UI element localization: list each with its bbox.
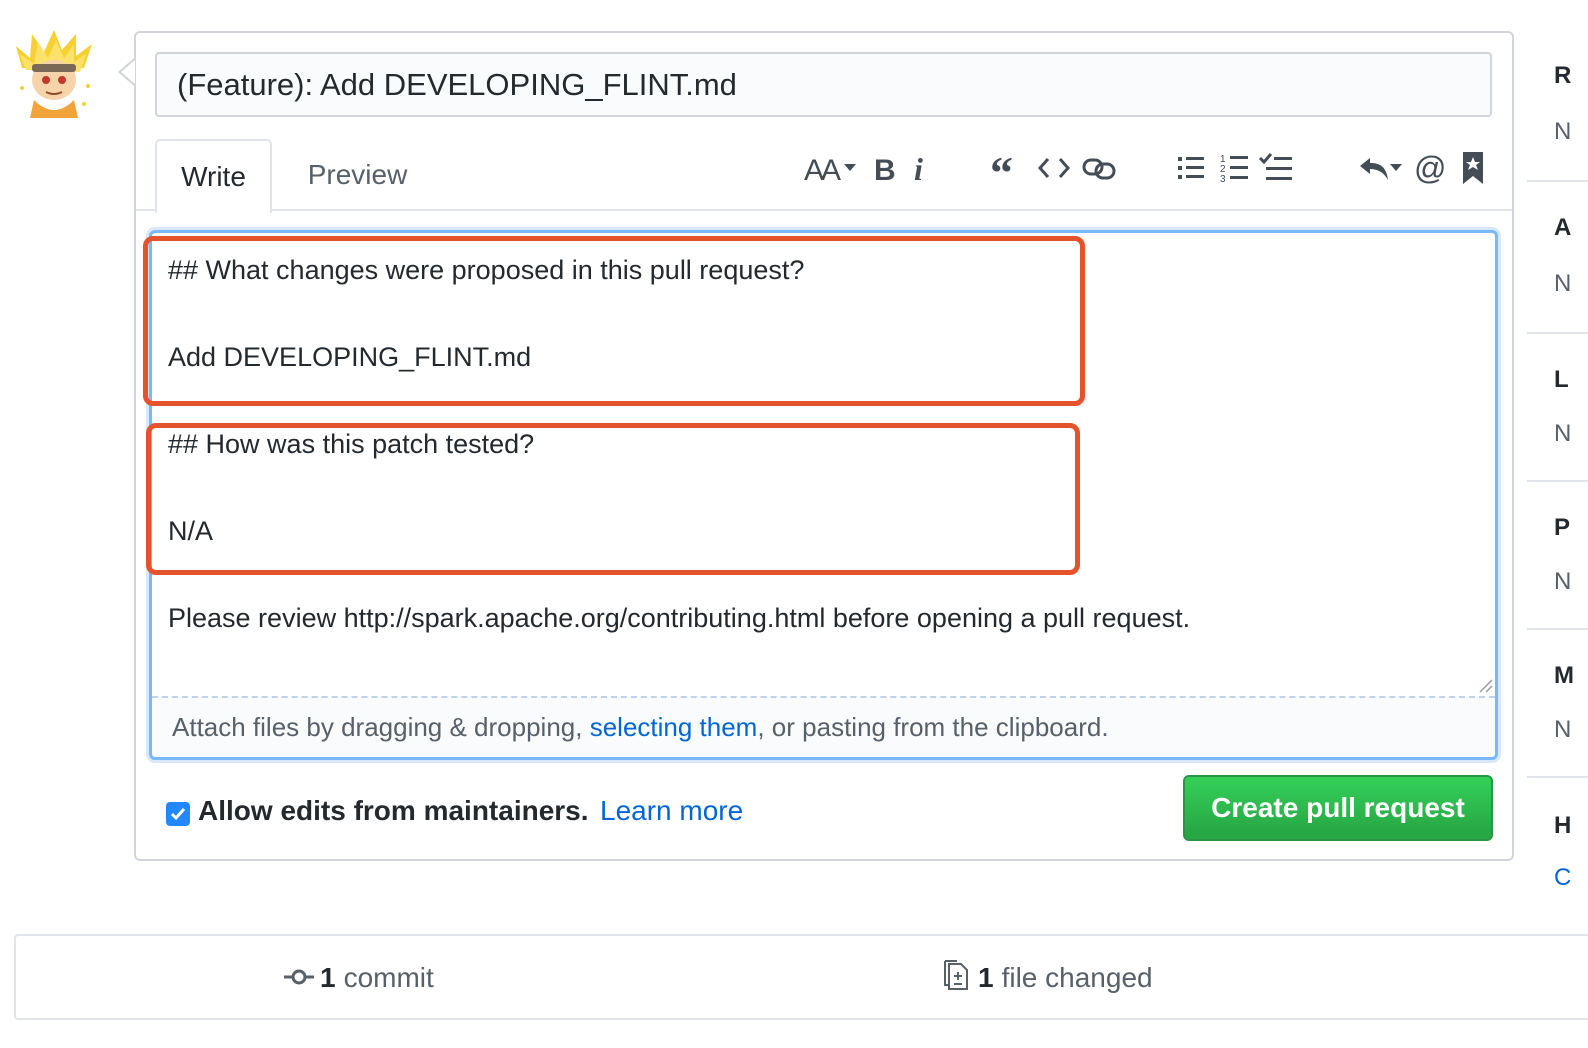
allow-edits-label[interactable]: Allow edits from maintainers. xyxy=(198,795,589,827)
commits-count: 1 xyxy=(320,962,336,993)
sidebar-divider xyxy=(1527,628,1588,630)
unordered-list-icon[interactable] xyxy=(1174,146,1208,190)
files-count: 1 xyxy=(978,962,994,993)
sidebar-divider xyxy=(1527,180,1588,182)
code-icon[interactable] xyxy=(1036,146,1072,190)
mention-icon[interactable]: @ xyxy=(1412,146,1448,190)
highlight-box-changes xyxy=(143,236,1085,406)
commit-icon xyxy=(284,962,314,994)
file-attachment-bar[interactable]: Attach files by dragging & dropping, sel… xyxy=(152,696,1495,757)
allow-edits-checkbox[interactable] xyxy=(166,802,190,826)
compare-stats-bar xyxy=(14,934,1588,1020)
sidebar-item-link[interactable]: C xyxy=(1554,864,1588,892)
saved-reply-icon[interactable] xyxy=(1460,146,1486,190)
italic-icon[interactable]: i xyxy=(908,146,934,190)
sidebar-divider xyxy=(1527,480,1588,482)
sidebar-item-value: N xyxy=(1554,420,1572,447)
sidebar-item-heading[interactable]: M xyxy=(1554,662,1588,690)
task-list-icon[interactable] xyxy=(1258,146,1296,190)
ordered-list-icon[interactable]: 123 xyxy=(1218,146,1252,190)
sidebar-item-value: N xyxy=(1554,716,1572,743)
sidebar-item-heading[interactable]: H xyxy=(1554,812,1588,840)
text-size-icon[interactable]: A A xyxy=(804,146,860,190)
sidebar-item-value: N xyxy=(1554,118,1572,145)
svg-text:i: i xyxy=(914,151,923,186)
tab-preview[interactable]: Preview xyxy=(290,139,425,211)
files-changed-stat[interactable]: 1 file changed xyxy=(942,958,1153,998)
highlight-box-tested xyxy=(146,423,1080,575)
resize-grip-icon[interactable] xyxy=(1476,676,1494,694)
commits-label: commit xyxy=(343,962,434,993)
svg-text:B: B xyxy=(874,154,896,186)
select-files-link[interactable]: selecting them xyxy=(590,712,758,742)
sidebar-item-value: N xyxy=(1554,270,1572,297)
avatar[interactable] xyxy=(12,28,96,118)
bold-icon[interactable]: B xyxy=(870,146,900,190)
create-pull-request-button[interactable]: Create pull request xyxy=(1183,775,1493,841)
attach-text-prefix: Attach files by dragging & dropping, xyxy=(172,712,590,742)
sidebar-item-value: N xyxy=(1554,568,1572,595)
sidebar-item-heading[interactable]: L xyxy=(1554,366,1588,394)
reply-icon[interactable] xyxy=(1356,146,1406,190)
sidebar-divider xyxy=(1527,776,1588,778)
commits-stat[interactable]: 1 commit xyxy=(284,958,434,998)
sidebar-item-heading[interactable]: R xyxy=(1554,62,1588,90)
svg-text:“: “ xyxy=(990,150,1013,186)
svg-text:3: 3 xyxy=(1220,174,1226,184)
title-input[interactable] xyxy=(155,52,1492,117)
learn-more-link[interactable]: Learn more xyxy=(600,795,743,827)
file-diff-icon xyxy=(942,958,970,999)
sidebar-item-heading[interactable]: P xyxy=(1554,514,1588,542)
tab-write[interactable]: Write xyxy=(155,139,272,213)
svg-text:@: @ xyxy=(1414,150,1446,186)
quote-icon[interactable]: “ xyxy=(988,146,1024,190)
files-label: file changed xyxy=(1001,962,1153,993)
attach-text-suffix: , or pasting from the clipboard. xyxy=(757,712,1109,742)
sidebar-item-heading[interactable]: A xyxy=(1554,214,1588,242)
editor-line-review-note: Please review http://spark.apache.org/co… xyxy=(168,603,1191,633)
card-pointer-inner xyxy=(121,60,135,84)
svg-text:A: A xyxy=(821,154,841,186)
sidebar-divider xyxy=(1527,332,1588,334)
link-icon[interactable] xyxy=(1080,146,1120,190)
